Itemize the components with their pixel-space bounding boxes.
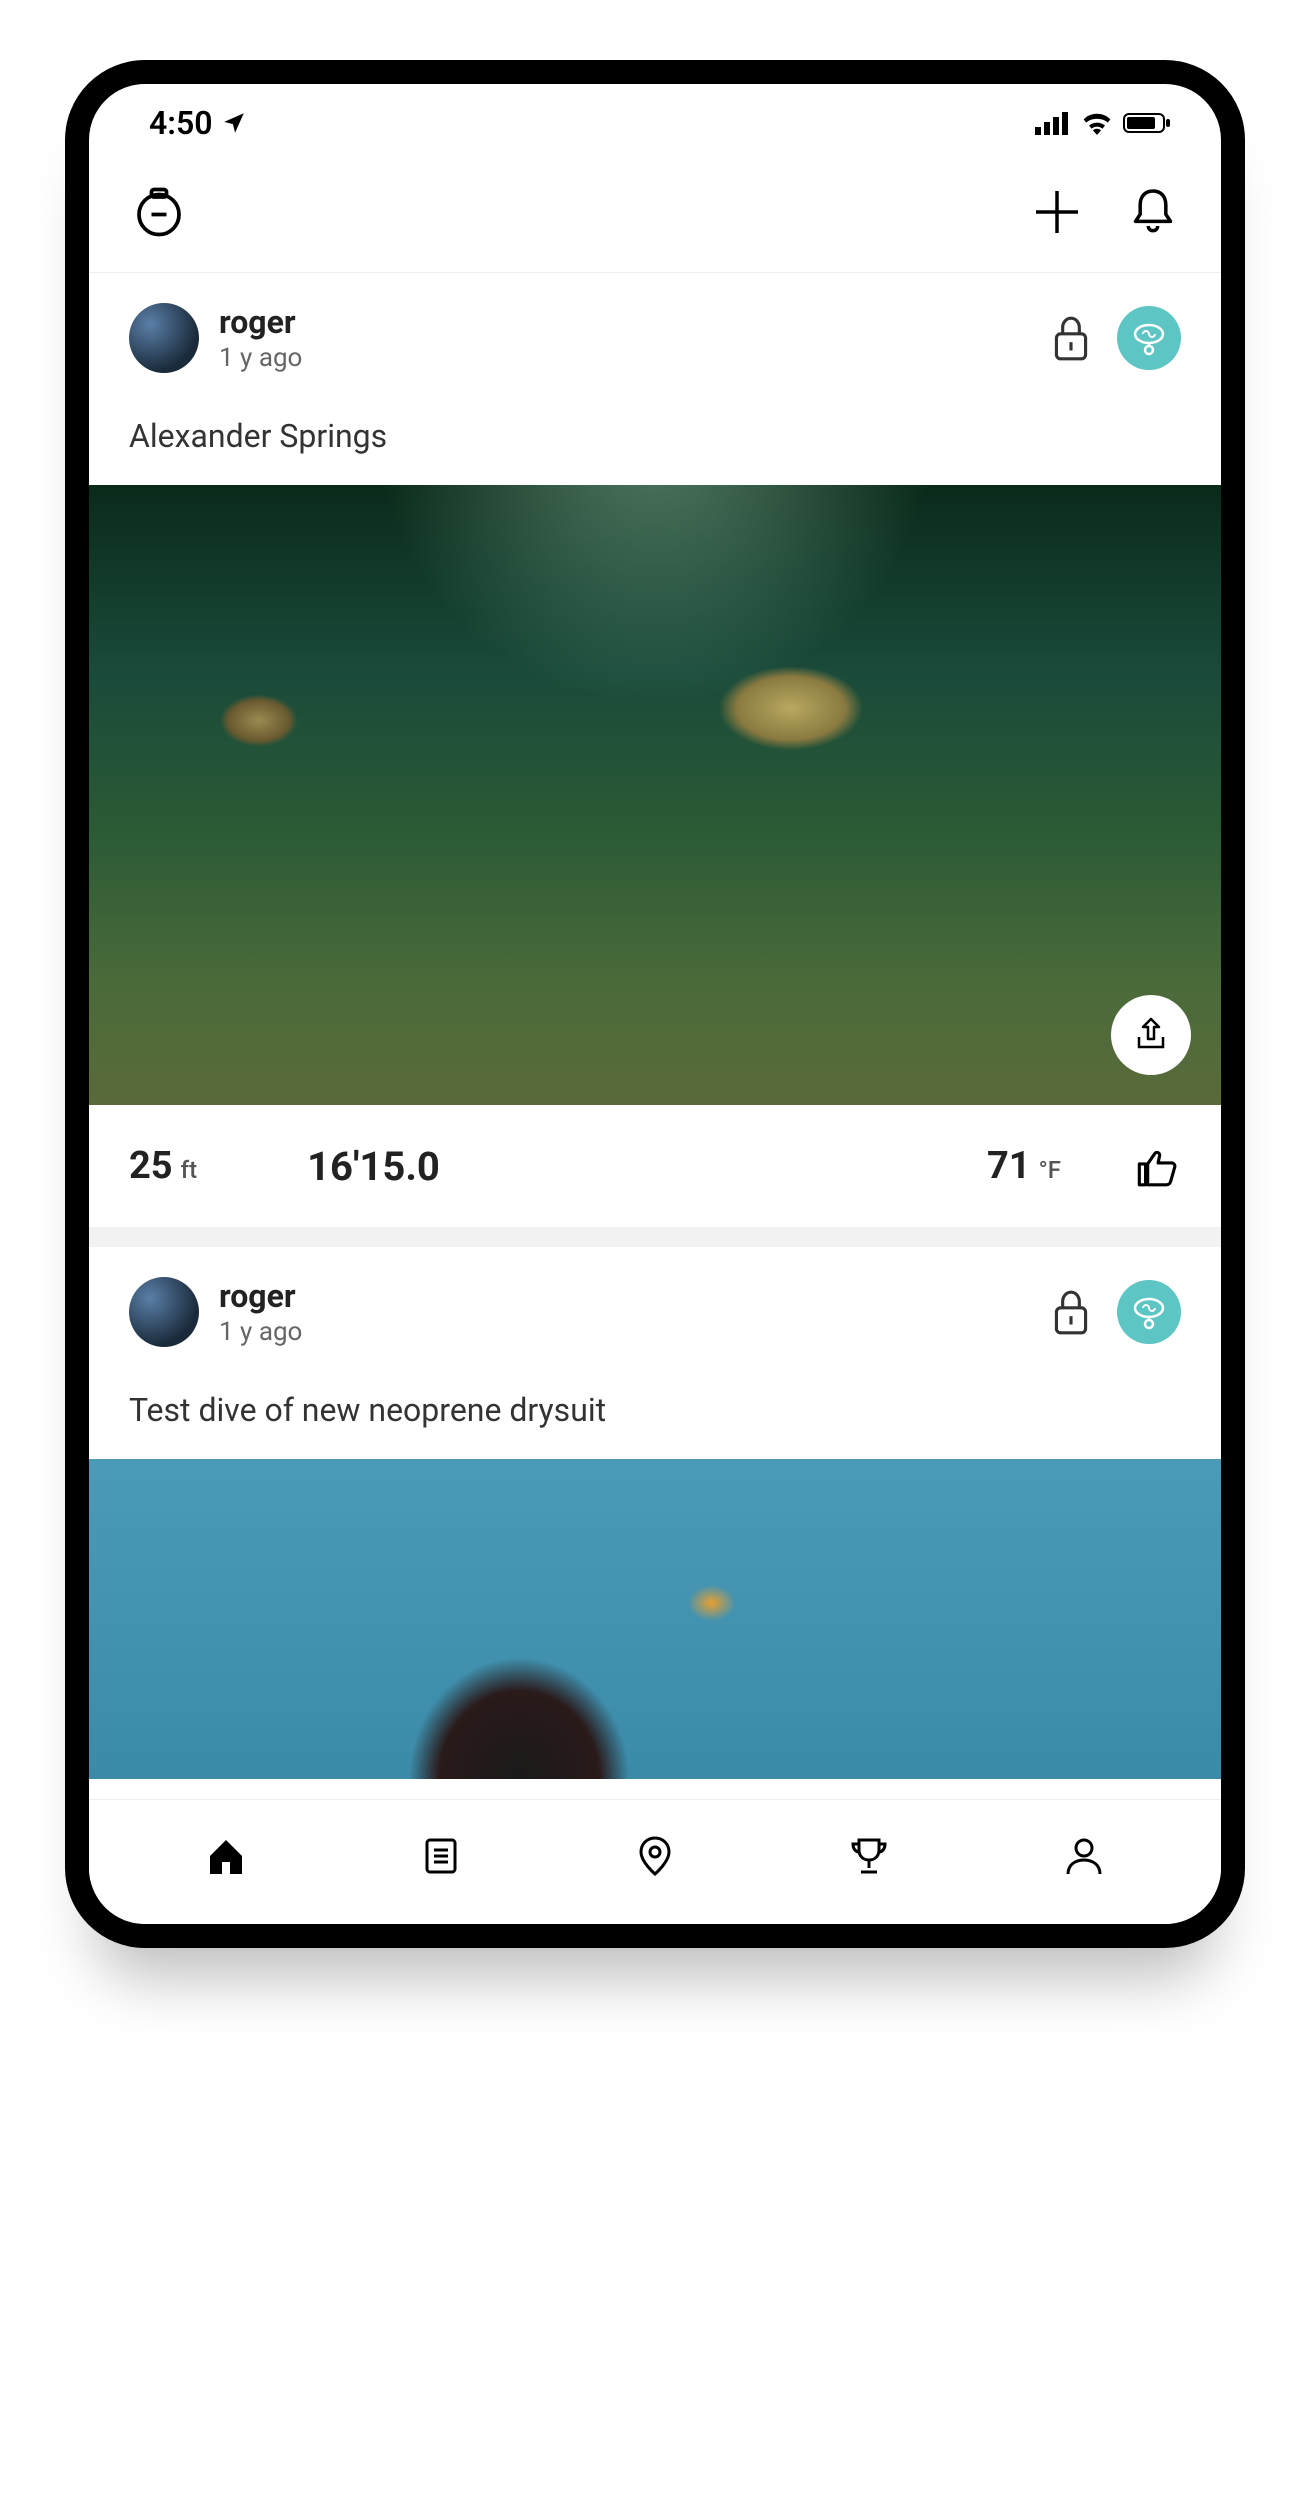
- wifi-icon: [1081, 111, 1113, 135]
- post-image[interactable]: [89, 485, 1221, 1105]
- status-indicators: [1035, 111, 1171, 135]
- nav-log-icon[interactable]: [413, 1828, 469, 1884]
- like-button[interactable]: [1131, 1141, 1181, 1191]
- dive-mask-badge-icon[interactable]: [1117, 306, 1181, 370]
- lock-icon: [1049, 1287, 1093, 1337]
- feed[interactable]: roger 1 y ago Alexander Springs: [89, 273, 1221, 1779]
- post-image[interactable]: [89, 1459, 1221, 1779]
- stat-temperature: 71 °F: [987, 1144, 1061, 1188]
- post-user-block[interactable]: roger 1 y ago: [219, 303, 1029, 373]
- post-timestamp: 1 y ago: [219, 1317, 1029, 1347]
- avatar[interactable]: [129, 303, 199, 373]
- phone-frame: 4:50: [65, 60, 1245, 1948]
- duration-value: 16'15.0: [307, 1143, 440, 1190]
- location-arrow-icon: [221, 110, 247, 136]
- dive-computer-icon[interactable]: [129, 182, 189, 242]
- status-time-block: 4:50: [149, 104, 247, 142]
- avatar[interactable]: [129, 1277, 199, 1347]
- post-header: roger 1 y ago: [89, 273, 1221, 393]
- post-title: Alexander Springs: [89, 393, 1221, 485]
- app-header: [89, 152, 1221, 273]
- dive-mask-badge-icon[interactable]: [1117, 1280, 1181, 1344]
- notifications-bell-icon[interactable]: [1125, 184, 1181, 240]
- post-title: Test dive of new neoprene drysuit: [89, 1367, 1221, 1459]
- lock-icon: [1049, 313, 1093, 363]
- battery-icon: [1123, 111, 1171, 135]
- nav-location-icon[interactable]: [627, 1828, 683, 1884]
- stat-duration: 16'15.0: [307, 1143, 440, 1190]
- bottom-nav: [89, 1799, 1221, 1924]
- depth-value: 25: [129, 1144, 173, 1188]
- temp-unit: °F: [1039, 1156, 1061, 1184]
- depth-unit: ft: [181, 1156, 197, 1184]
- post-stats: 25 ft 16'15.0 71 °F: [89, 1105, 1221, 1227]
- add-button[interactable]: [1029, 184, 1085, 240]
- nav-trophy-icon[interactable]: [841, 1828, 897, 1884]
- status-bar: 4:50: [89, 84, 1221, 152]
- stat-depth: 25 ft: [129, 1144, 197, 1188]
- post-header: roger 1 y ago: [89, 1247, 1221, 1367]
- post-card: roger 1 y ago Alexander Springs: [89, 273, 1221, 1227]
- nav-profile-icon[interactable]: [1056, 1828, 1112, 1884]
- nav-home-icon[interactable]: [198, 1828, 254, 1884]
- post-username: roger: [219, 303, 1029, 341]
- status-time: 4:50: [149, 104, 213, 142]
- post-timestamp: 1 y ago: [219, 343, 1029, 373]
- post-username: roger: [219, 1277, 1029, 1315]
- post-card: roger 1 y ago Test dive of new neoprene …: [89, 1247, 1221, 1779]
- temp-value: 71: [987, 1144, 1031, 1188]
- post-user-block[interactable]: roger 1 y ago: [219, 1277, 1029, 1347]
- share-button[interactable]: [1111, 995, 1191, 1075]
- cellular-signal-icon: [1035, 111, 1071, 135]
